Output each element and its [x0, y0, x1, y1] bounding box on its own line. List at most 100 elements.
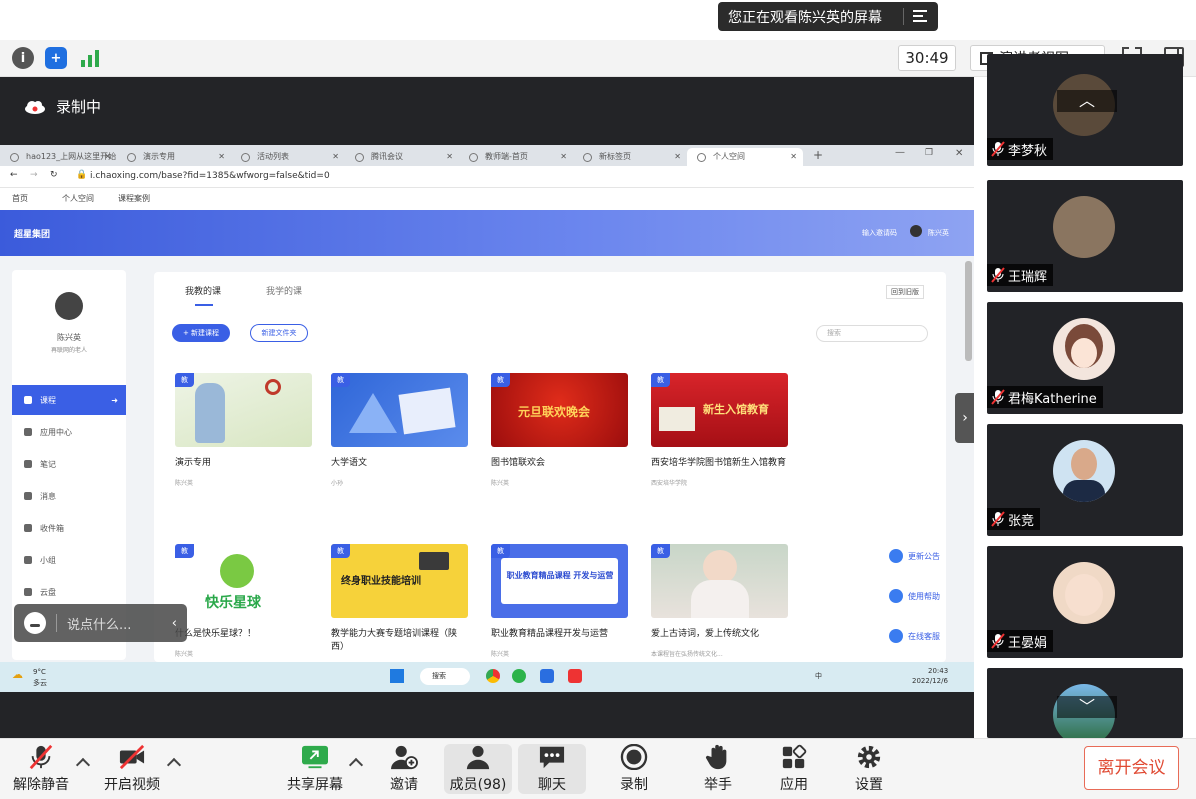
thumbnail-text: 职业教育精品课程 开发与运营 [506, 571, 614, 580]
hand-icon [705, 744, 727, 770]
minimize-icon[interactable]: — [895, 147, 905, 158]
tab-teaching[interactable]: 我教的课 [185, 284, 221, 297]
wps-icon[interactable] [568, 669, 582, 683]
participant-tile[interactable]: 张竞 [987, 424, 1183, 536]
participant-tile[interactable]: ﹀ [987, 668, 1183, 738]
participant-tile[interactable]: 王晏娟 [987, 546, 1183, 658]
windows-taskbar: ☁ 9°C 多云 搜索 中 20:43 2022/12/6 [0, 662, 974, 692]
course-thumbnail: 教 [175, 373, 312, 447]
course-card[interactable]: 职业教育精品课程 开发与运营 教 职业教育精品课程开发与运营 陈兴英 [491, 544, 628, 658]
new-course-button[interactable]: + 新建课程 [172, 324, 230, 342]
cloud-icon [24, 588, 32, 596]
browser-tab-strip: hao123_上网从这里开始 ✕ 演示专用 ✕ 活动列表 ✕ 腾讯会议 ✕ 教师端-首页… [0, 145, 974, 166]
course-teacher: 陈兴英 [491, 480, 510, 487]
participant-label: 君梅Katherine [987, 386, 1103, 408]
nav-course[interactable]: 课程 ➜ [12, 385, 126, 415]
input-language[interactable]: 中 [815, 671, 822, 681]
course-thumbnail: 职业教育精品课程 开发与运营 教 [491, 544, 628, 618]
weather-temp: 9°C [33, 668, 46, 676]
url-field[interactable]: i.chaoxing.com/base?fid=1385&wfworg=fals… [90, 171, 330, 181]
close-icon[interactable]: ✕ [955, 148, 963, 159]
unmute-button[interactable]: 解除静音 [12, 744, 70, 794]
course-card[interactable]: 教 大学语文 小孙 [331, 373, 468, 487]
bookmark[interactable]: 个人空间 [62, 193, 94, 204]
course-card[interactable]: 元旦联欢晚会 教 图书馆联欢会 陈兴英 [491, 373, 628, 487]
browser-tab[interactable]: 活动列表 ✕ [231, 148, 345, 166]
windows-start-icon[interactable] [390, 669, 404, 683]
nav-app-center[interactable]: 应用中心 [12, 417, 126, 447]
settings-button[interactable]: 设置 [845, 744, 893, 794]
taskbar-search[interactable]: 搜索 [420, 668, 470, 685]
nav-cloud[interactable]: 云盘 [12, 577, 126, 607]
start-video-button[interactable]: 开启视频 [103, 744, 161, 794]
bookmark[interactable]: 首页 [12, 193, 28, 204]
chat-button[interactable]: 聊天 [518, 744, 586, 794]
scroll-up-icon[interactable]: ︿ [1057, 90, 1117, 112]
viewing-banner[interactable]: 您正在观看陈兴英的屏幕 [718, 2, 938, 31]
update-notice-link[interactable]: 更新公告 [889, 549, 940, 563]
address-bar-row: ← → ↻ 🔒 i.chaoxing.com/base?fid=1385&wfw… [0, 166, 974, 188]
course-card[interactable]: 新生入馆教育 教 西安培华学院图书馆新生入馆教育 西安培华学院 [651, 373, 788, 487]
tab-learning[interactable]: 我学的课 [266, 284, 302, 297]
signal-icon[interactable] [80, 48, 100, 68]
participant-tile[interactable]: ︿ 李梦秋 [987, 54, 1183, 166]
nav-messages[interactable]: 消息 [12, 481, 126, 511]
browser-tab[interactable]: 演示专用 ✕ [117, 148, 231, 166]
course-search-input[interactable]: 搜索 [816, 325, 928, 342]
browser-tab[interactable]: hao123_上网从这里开始 ✕ [0, 148, 117, 166]
bookmark[interactable]: 课程案例 [118, 193, 150, 204]
new-tab-icon[interactable]: + [813, 148, 823, 162]
browser-tab[interactable]: 教师端-首页 ✕ [459, 148, 573, 166]
record-button[interactable]: 录制 [610, 744, 658, 794]
support-link[interactable]: 在线客服 [889, 629, 940, 643]
browser-tab[interactable]: 新标签页 ✕ [573, 148, 687, 166]
avatar[interactable] [910, 225, 922, 237]
shield-icon[interactable]: + [45, 47, 67, 69]
meeting-app-icon[interactable] [540, 669, 554, 683]
back-old-version-link[interactable]: 回到旧版 [886, 285, 924, 299]
leave-meeting-button[interactable]: 离开会议 [1084, 746, 1179, 790]
participant-tile[interactable]: 君梅Katherine [987, 302, 1183, 414]
share-screen-button[interactable]: 共享屏幕 [286, 744, 344, 794]
members-button[interactable]: 成员(98) [444, 744, 512, 794]
browser-tab[interactable]: 腾讯会议 ✕ [345, 148, 459, 166]
menu-icon[interactable] [913, 10, 927, 22]
header-user-name[interactable]: 陈兴英 [928, 228, 949, 238]
back-icon[interactable]: ← [10, 170, 18, 180]
course-thumbnail: 教 [651, 544, 788, 618]
nav-inbox[interactable]: 收件箱 [12, 513, 126, 543]
reload-icon[interactable]: ↻ [50, 170, 58, 180]
emoji-icon[interactable] [24, 612, 46, 634]
course-card[interactable]: 教 爱上古诗词，爱上传统文化 本课程旨在弘扬传统文化... [651, 544, 788, 658]
course-title: 大学语文 [331, 458, 368, 468]
profile-name: 陈兴英 [57, 333, 81, 342]
wechat-icon[interactable] [512, 669, 526, 683]
participant-tile[interactable]: 王瑞辉 [987, 180, 1183, 292]
course-card[interactable]: 快乐星球 教 什么是快乐星球？！ 陈兴英 [175, 544, 312, 658]
nav-notes[interactable]: 笔记 [12, 449, 126, 479]
invite-code-link[interactable]: 输入邀请码 [862, 228, 897, 238]
restore-icon[interactable]: ❐ [925, 148, 933, 158]
browser-tab-active[interactable]: 个人空间 ✕ [687, 148, 803, 166]
scroll-down-icon[interactable]: ﹀ [1057, 696, 1117, 718]
nav-groups[interactable]: 小组 [12, 545, 126, 575]
teach-tag: 教 [491, 544, 510, 558]
chevron-right-icon: › [962, 410, 968, 426]
profile-avatar[interactable] [55, 292, 83, 320]
course-card[interactable]: 终身职业技能培训 教 教学能力大赛专题培训课程（陕西） [331, 544, 468, 662]
chevron-left-icon[interactable]: ‹ [172, 616, 177, 631]
forward-icon[interactable]: → [30, 170, 38, 180]
info-icon[interactable]: i [12, 47, 34, 69]
viewing-banner-text: 您正在观看陈兴英的屏幕 [728, 9, 882, 26]
invite-button[interactable]: 邀请 [380, 744, 428, 794]
chat-input-bar[interactable]: 说点什么... ‹ [14, 604, 187, 642]
course-card[interactable]: 教 演示专用 陈兴英 [175, 373, 312, 487]
collapse-sidebar-button[interactable]: › [955, 393, 975, 443]
raise-hand-button[interactable]: 举手 [694, 744, 742, 794]
chrome-icon[interactable] [486, 669, 500, 683]
apps-button[interactable]: 应用 [770, 744, 818, 794]
left-nav: 陈兴英 再联网的老人 课程 ➜ 应用中心 笔记 消息 收件箱 小组 云盘 [12, 270, 126, 660]
help-link[interactable]: 使用帮助 [889, 589, 940, 603]
new-folder-button[interactable]: 新建文件夹 [250, 324, 308, 342]
page-scrollbar[interactable] [965, 261, 972, 361]
